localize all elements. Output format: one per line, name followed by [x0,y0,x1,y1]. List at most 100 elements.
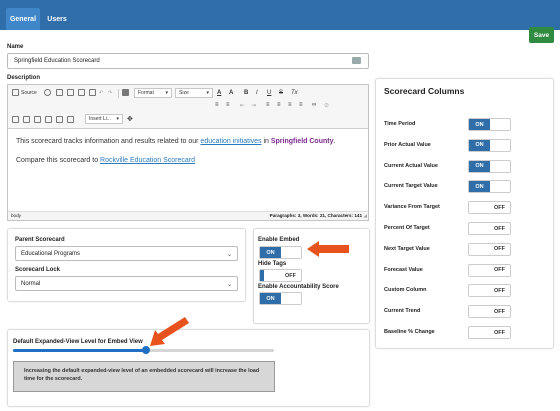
parent-scorecard-select[interactable]: Educational Programs ⌄ [15,246,238,261]
description-paragraph-1: This scorecard tracks information and re… [16,138,335,145]
chevron-down-icon: ▾ [165,90,168,96]
embed-icon[interactable] [67,116,74,123]
embed-level-label: Default Expanded-View Level for Embed Vi… [13,339,143,345]
column-toggle[interactable]: OFF [468,222,511,235]
parent-scorecard-label: Parent Scorecard [15,237,65,243]
maximize-icon[interactable]: ✥ [127,114,133,124]
format-dropdown[interactable]: Format ▾ [134,88,172,98]
special-char-icon[interactable] [45,116,52,123]
rockville-scorecard-link[interactable]: Rockville Education Scorecard [100,157,195,164]
toggle-state: OFF [494,287,505,294]
column-label: Custom Column [384,287,427,294]
column-label: Prior Actual Value [384,141,431,148]
bold-button[interactable]: B [244,88,248,98]
editor-content[interactable]: This scorecard tracks information and re… [8,129,368,209]
scorecard-lock-select[interactable]: Normal ⌄ [15,276,238,291]
paste-icon[interactable] [67,89,74,96]
column-toggle[interactable]: OFF [468,263,511,277]
description-paragraph-2: Compare this scorecard to Rockville Educ… [16,157,195,164]
underline-button[interactable]: U [267,88,271,98]
link-icon[interactable]: ∞ [312,100,316,110]
toggle-state: OFF [494,308,505,315]
tab-users[interactable]: Users [44,8,70,30]
toggle-state: ON [260,293,281,304]
scorecard-lock-value: Normal [21,280,41,287]
format-painter-icon[interactable] [122,89,129,96]
name-field[interactable]: Springfield Education Scorecard [7,53,369,69]
horizontal-rule-icon[interactable] [34,116,41,123]
size-label: Size [179,90,189,96]
strike-button[interactable]: S [279,88,283,98]
save-button[interactable]: Save [529,27,554,43]
scorecard-lock-label: Scorecard Lock [15,267,61,273]
outdent-icon[interactable]: ⇤ [240,100,245,110]
column-label: Current Actual Value [384,162,438,169]
text: Compare this scorecard to [16,157,101,164]
embed-level-note: Increasing the default expanded-view lev… [13,361,275,392]
hide-tags-toggle[interactable]: OFF [259,269,302,282]
column-toggle[interactable]: OFF [468,284,511,298]
align-right-icon[interactable]: ≡ [288,100,292,110]
indent-icon[interactable]: ⇥ [251,100,256,110]
chevron-down-icon: ⌄ [226,282,232,288]
column-label: Next Target Value [384,245,430,252]
bg-color-icon[interactable]: A [229,88,233,98]
text: . [333,138,336,145]
table-icon[interactable] [23,116,30,123]
size-dropdown[interactable]: Size ▾ [175,88,213,98]
column-toggle[interactable]: OFF [468,242,511,256]
enable-embed-label: Enable Embed [258,237,300,243]
italic-button[interactable]: I [256,88,258,98]
clear-format-button[interactable]: Tx [291,88,298,98]
column-label: Baseline % Change [384,329,435,335]
numbered-list-icon[interactable]: ≡ [215,100,219,110]
accountability-toggle[interactable]: ON [259,292,302,305]
column-toggle[interactable]: OFF [468,305,511,319]
column-label: Forecast Value [384,266,423,273]
annotation-arrow-icon [307,241,349,257]
field-options-icon[interactable] [352,57,361,64]
embed-level-slider-fill [13,349,146,352]
bulleted-list-icon[interactable]: ≡ [226,100,230,110]
tab-general[interactable]: General [6,8,40,30]
insert-label: Insert Li... [89,116,111,122]
column-toggle[interactable]: ON [468,159,511,173]
source-button[interactable]: Source [21,88,37,98]
paste-word-icon[interactable] [89,89,96,96]
annotation-arrow-icon [150,317,189,346]
iframe-icon[interactable] [56,116,63,123]
column-label: Current Target Value [384,183,438,190]
copy-icon[interactable] [56,89,63,96]
enable-embed-toggle[interactable]: ON [259,246,302,259]
column-toggle[interactable]: OFF [468,326,511,339]
accountability-label: Enable Accountability Score [258,284,339,290]
word-count: Paragraphs: 3, Words: 21, Characters: 14… [269,213,362,218]
redo-icon[interactable]: ↷ [108,88,112,98]
column-label: Current Trend [384,308,421,315]
image-icon[interactable] [12,116,19,123]
source-icon[interactable] [12,89,19,96]
undo-icon[interactable]: ↶ [99,88,103,98]
align-left-icon[interactable]: ≡ [266,100,270,110]
toggle-state: OFF [494,225,505,232]
paste-text-icon[interactable] [78,89,85,96]
preview-icon[interactable] [44,89,51,96]
toggle-state: ON [260,247,281,258]
text-color-icon[interactable]: A [217,88,221,98]
column-toggle[interactable]: ON [468,180,511,194]
unlink-icon[interactable]: ⊘ [324,100,329,110]
element-path: body [11,213,21,218]
hide-tags-label: Hide Tags [258,261,287,267]
justify-icon[interactable]: ≡ [299,100,303,110]
column-toggle[interactable]: OFF [468,201,511,215]
toggle-state: OFF [494,329,505,336]
column-toggle[interactable]: ON [468,118,511,131]
toggle-state: ON [469,119,490,130]
column-toggle[interactable]: ON [468,138,511,152]
resize-handle-icon[interactable]: ◢ [363,213,367,219]
insert-dropdown[interactable]: Insert Li... ▾ [85,114,123,124]
education-initiatives-link[interactable]: education initiatives [200,138,261,145]
description-label: Description [7,75,41,81]
toggle-state: OFF [494,267,505,274]
align-center-icon[interactable]: ≡ [277,100,281,110]
